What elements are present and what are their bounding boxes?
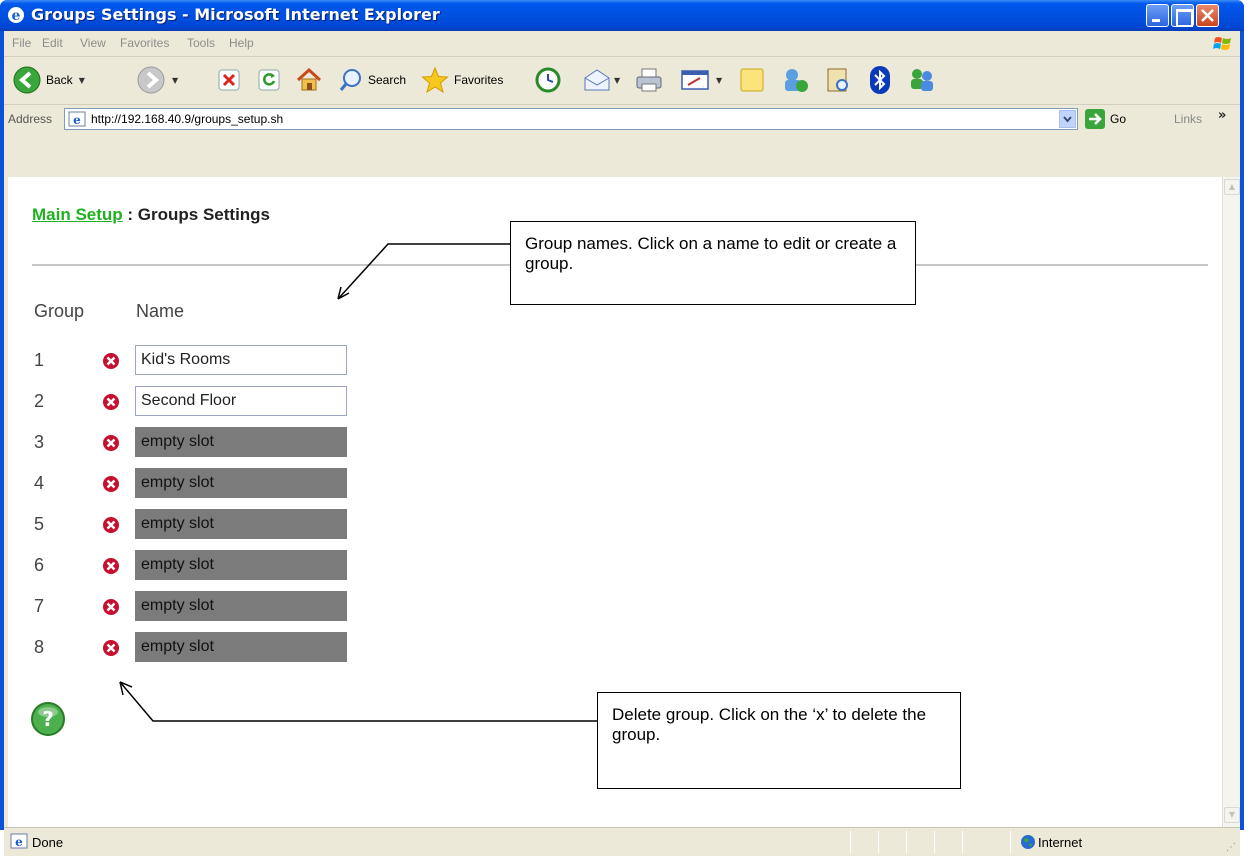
refresh-icon	[258, 69, 280, 91]
menu-edit[interactable]: Edit	[42, 36, 63, 50]
print-button[interactable]	[634, 66, 664, 94]
status-divider	[934, 831, 935, 853]
status-text: Done	[32, 835, 64, 850]
printer-icon	[636, 68, 662, 92]
globe-icon	[1021, 835, 1035, 849]
back-dropdown-icon[interactable]: ▼	[79, 76, 85, 85]
close-icon	[1201, 9, 1214, 22]
chevron-down-icon	[1063, 116, 1072, 123]
callout-group-names: Group names. Click on a name to edit or …	[510, 221, 916, 305]
menu-tools[interactable]: Tools	[187, 36, 215, 50]
chevron-right-icon[interactable]: »	[1218, 108, 1226, 123]
menu-bar: File Edit View Favorites Tools Help	[4, 31, 1240, 57]
page-icon: e	[68, 111, 86, 127]
go-label: Go	[1110, 112, 1127, 126]
home-button[interactable]	[294, 65, 324, 95]
minimize-button[interactable]	[1146, 4, 1169, 27]
address-label: Address	[8, 112, 53, 126]
bluetooth-button[interactable]	[868, 65, 892, 95]
forward-arrow-icon	[137, 66, 165, 94]
links-button[interactable]: Links	[1174, 112, 1202, 126]
back-button[interactable]: Back ▼	[12, 65, 85, 95]
stop-icon	[218, 69, 240, 91]
scroll-up-button[interactable]: ▲	[1224, 179, 1240, 195]
back-label: Back	[46, 73, 73, 87]
history-icon	[535, 67, 561, 93]
svg-text:e: e	[12, 8, 21, 24]
favorites-label: Favorites	[454, 73, 504, 87]
ie-icon: e	[8, 7, 24, 24]
resize-grip-icon[interactable]: ⋰	[1226, 842, 1236, 853]
messenger-button[interactable]	[780, 65, 810, 95]
status-bar: e Done Internet ⋰	[4, 827, 1240, 856]
callout-delete-group: Delete group. Click on the ‘x’ to delete…	[597, 692, 961, 789]
windows-flag-icon	[1213, 37, 1231, 50]
address-url: http://192.168.40.9/groups_setup.sh	[91, 112, 284, 126]
menu-help[interactable]: Help	[229, 36, 254, 50]
bluetooth-icon	[870, 66, 890, 94]
close-button[interactable]	[1196, 4, 1219, 27]
back-arrow-icon	[13, 66, 41, 94]
vertical-scrollbar[interactable]: ▲ ▼	[1222, 177, 1240, 827]
address-input[interactable]: e http://192.168.40.9/groups_setup.sh	[64, 108, 1078, 130]
edit-page-icon	[681, 70, 709, 90]
search-button[interactable]: Search	[338, 67, 406, 93]
forward-dropdown-icon[interactable]: ▼	[172, 76, 178, 85]
status-divider	[878, 831, 879, 853]
title-bar[interactable]: e Groups Settings - Microsoft Internet E…	[0, 0, 1244, 31]
status-divider	[906, 831, 907, 853]
maximize-button[interactable]	[1171, 4, 1194, 27]
page-done-icon: e	[10, 833, 28, 849]
history-button[interactable]	[534, 66, 562, 94]
research-icon	[827, 68, 848, 92]
research-button[interactable]	[824, 65, 852, 95]
svg-text:e: e	[73, 113, 81, 127]
search-icon	[339, 69, 361, 91]
address-dropdown-button[interactable]	[1059, 110, 1076, 128]
forward-button[interactable]: ▼	[136, 65, 178, 95]
svg-text:e: e	[15, 835, 23, 849]
status-divider	[962, 831, 963, 853]
security-zone-label: Internet	[1038, 835, 1083, 850]
go-arrow-icon	[1085, 109, 1105, 129]
menu-favorites[interactable]: Favorites	[120, 36, 169, 50]
refresh-button[interactable]	[258, 69, 280, 91]
scroll-down-button[interactable]: ▼	[1224, 807, 1240, 823]
stop-button[interactable]	[218, 69, 240, 91]
home-icon	[296, 67, 322, 91]
menu-view[interactable]: View	[80, 36, 106, 50]
mail-dropdown-icon[interactable]: ▼	[614, 76, 620, 85]
window-title: Groups Settings - Microsoft Internet Exp…	[31, 5, 440, 24]
edit-dropdown-icon[interactable]: ▼	[716, 76, 722, 85]
mail-icon	[584, 69, 610, 91]
messenger-icon	[785, 69, 808, 92]
contacts-button[interactable]	[906, 65, 938, 95]
status-divider	[1010, 831, 1011, 853]
toolbar: Back ▼ ▼ Search Favorites ▼ ▼	[4, 57, 1240, 105]
page-content: Main Setup : Groups Settings Group Name …	[8, 177, 1222, 827]
mail-button[interactable]: ▼	[582, 66, 620, 94]
edit-button[interactable]: ▼	[680, 67, 722, 93]
go-button[interactable]: Go	[1084, 108, 1126, 130]
menu-file[interactable]: File	[12, 36, 31, 50]
search-label: Search	[368, 73, 407, 87]
contacts-icon	[911, 69, 933, 91]
favorites-button[interactable]: Favorites	[420, 65, 503, 95]
status-divider	[850, 831, 851, 853]
star-icon	[421, 66, 449, 94]
address-bar: Address e http://192.168.40.9/groups_set…	[4, 105, 1240, 133]
sticky-note-icon	[740, 68, 764, 92]
notes-button[interactable]	[739, 67, 765, 93]
